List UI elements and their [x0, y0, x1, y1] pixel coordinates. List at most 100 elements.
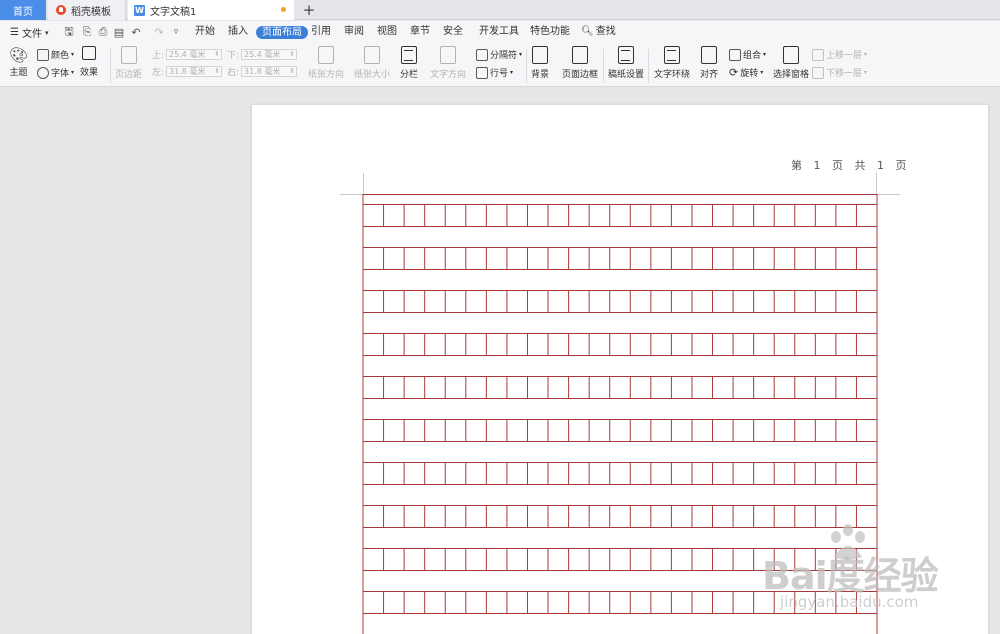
watermark-brand: Bai度经验: [762, 554, 939, 598]
tab-home-label: 首页: [13, 6, 33, 18]
file-menu-label: 文件: [21, 29, 42, 40]
menu-home[interactable]: 开始: [195, 25, 215, 39]
selection-pane-button[interactable]: 选择窗格: [773, 46, 809, 80]
menu-developer[interactable]: 开发工具: [479, 25, 519, 39]
header-margin-mark: [363, 173, 364, 195]
grid-row: [363, 462, 877, 485]
paper-size-icon: [364, 46, 380, 64]
bring-forward-label: 上移一层: [826, 51, 863, 61]
menu-bar: ☰ 文件 ▾ 🖫 ⎘ ⎙ ▤ ↶ ↷ ▿ 开始 插入 页面布局 引用 审阅 视图…: [0, 21, 1000, 43]
font-button[interactable]: 字体 ▾: [37, 66, 74, 79]
page-break-icon: [476, 48, 488, 61]
file-menu-button[interactable]: ☰ 文件 ▾: [10, 25, 48, 40]
redo-icon[interactable]: ↷: [152, 25, 166, 39]
left-margin-input[interactable]: 31.8 毫米: [166, 66, 223, 77]
new-tab-button[interactable]: +: [298, 0, 320, 20]
undo-icon[interactable]: ↶: [129, 25, 143, 39]
export-pdf-icon[interactable]: ⎘: [80, 25, 94, 39]
unsaved-indicator-icon: [281, 7, 286, 12]
manuscript-settings-button[interactable]: 稿纸设置: [608, 46, 644, 80]
theme-label: 主题: [9, 68, 28, 78]
line-number-label: 行号: [490, 69, 509, 79]
selection-pane-icon: [783, 46, 799, 64]
left-margin-label: 左:: [152, 68, 165, 78]
divider: [603, 49, 604, 83]
page-border-button[interactable]: 页面边框: [562, 46, 598, 80]
text-direction-button[interactable]: 文字方向: [430, 46, 466, 80]
grid-row: [363, 333, 877, 356]
top-margin-input[interactable]: 25.4 毫米: [166, 49, 223, 60]
effect-button[interactable]: 效果: [80, 46, 98, 78]
menu-special-features[interactable]: 特色功能: [530, 25, 570, 39]
grid-row: [363, 419, 877, 442]
orientation-button[interactable]: 纸张方向: [308, 46, 344, 80]
group-icon: [729, 48, 741, 61]
background-label: 背景: [531, 70, 550, 80]
paper-size-button[interactable]: 纸张大小: [354, 46, 390, 80]
right-margin-field[interactable]: 右: 31.8 毫米: [227, 65, 298, 78]
send-backward-icon: [812, 66, 824, 79]
text-wrap-icon: [664, 46, 680, 64]
text-wrap-button[interactable]: 文字环绕: [654, 46, 690, 80]
menu-sections[interactable]: 章节: [410, 25, 430, 39]
hamburger-icon: ☰: [10, 27, 19, 38]
print-preview-icon[interactable]: ▤: [112, 25, 126, 39]
grid-row: [363, 290, 877, 313]
tab-bar: 首页 稻壳模板 W 文字文稿1 +: [0, 0, 1000, 20]
daoke-logo-icon: [56, 5, 66, 15]
menu-security[interactable]: 安全: [443, 25, 463, 39]
align-label: 对齐: [700, 70, 719, 80]
columns-button[interactable]: 分栏: [400, 46, 418, 80]
menu-view[interactable]: 视图: [377, 25, 397, 39]
divider: [110, 49, 111, 83]
margins-button[interactable]: 页边距: [115, 46, 142, 80]
font-icon: [37, 66, 49, 79]
group-button[interactable]: 组合 ▾: [729, 48, 766, 61]
menu-references[interactable]: 引用: [311, 25, 331, 39]
chevron-down-icon: ▾: [44, 28, 49, 37]
tab-home[interactable]: 首页: [0, 0, 46, 20]
paper-size-label: 纸张大小: [354, 70, 391, 80]
separator-button[interactable]: 分隔符 ▾: [476, 48, 522, 61]
bottom-margin-field[interactable]: 下: 25.4 毫米: [227, 48, 298, 61]
right-margin-input[interactable]: 31.8 毫米: [241, 66, 298, 77]
menu-insert[interactable]: 插入: [228, 25, 248, 39]
menu-page-layout[interactable]: 页面布局: [256, 26, 308, 39]
divider: [648, 49, 649, 83]
columns-icon: [401, 46, 417, 64]
color-button[interactable]: 颜色 ▾: [37, 48, 74, 61]
top-margin-field[interactable]: 上: 25.4 毫米: [152, 48, 223, 61]
margins-icon: [120, 46, 137, 64]
menu-review[interactable]: 审阅: [344, 25, 364, 39]
rotate-button[interactable]: ⟳ 旋转 ▾: [729, 66, 763, 79]
align-button[interactable]: 对齐: [700, 46, 718, 80]
send-backward-button[interactable]: 下移一层 ▾: [812, 66, 867, 79]
text-direction-icon: [440, 46, 456, 64]
effect-label: 效果: [80, 68, 99, 78]
text-wrap-label: 文字环绕: [654, 70, 691, 80]
search-button[interactable]: 🔍︎ 查找: [581, 25, 616, 39]
new-tab-label: +: [302, 1, 316, 19]
font-label: 字体: [51, 69, 70, 79]
bottom-margin-input[interactable]: 25.4 毫米: [241, 49, 298, 60]
rotate-icon: ⟳: [729, 66, 739, 79]
left-margin-field[interactable]: 左: 31.8 毫米: [152, 65, 223, 78]
customize-quick-access-icon[interactable]: ▿: [169, 25, 183, 39]
orientation-icon: [318, 46, 334, 64]
divider: [526, 49, 527, 83]
background-button[interactable]: 背景: [531, 46, 549, 80]
tab-templates-label: 稻壳模板: [71, 6, 111, 18]
save-icon[interactable]: 🖫: [62, 25, 76, 39]
color-label: 颜色: [51, 51, 70, 61]
print-icon[interactable]: ⎙: [96, 25, 110, 39]
rotate-label: 旋转: [740, 69, 759, 79]
tab-document[interactable]: W 文字文稿1: [128, 0, 294, 20]
page-header-text[interactable]: 第 1 页 共 1 页: [791, 157, 910, 173]
tab-templates[interactable]: 稻壳模板: [48, 0, 126, 20]
search-label: 查找: [595, 26, 616, 37]
manuscript-settings-label: 稿纸设置: [608, 70, 645, 80]
theme-button[interactable]: 🎨︎ 主题: [9, 46, 28, 78]
bring-forward-button[interactable]: 上移一层 ▾: [812, 48, 867, 61]
header-margin-mark: [876, 173, 877, 195]
line-number-button[interactable]: 行号 ▾: [476, 66, 513, 79]
